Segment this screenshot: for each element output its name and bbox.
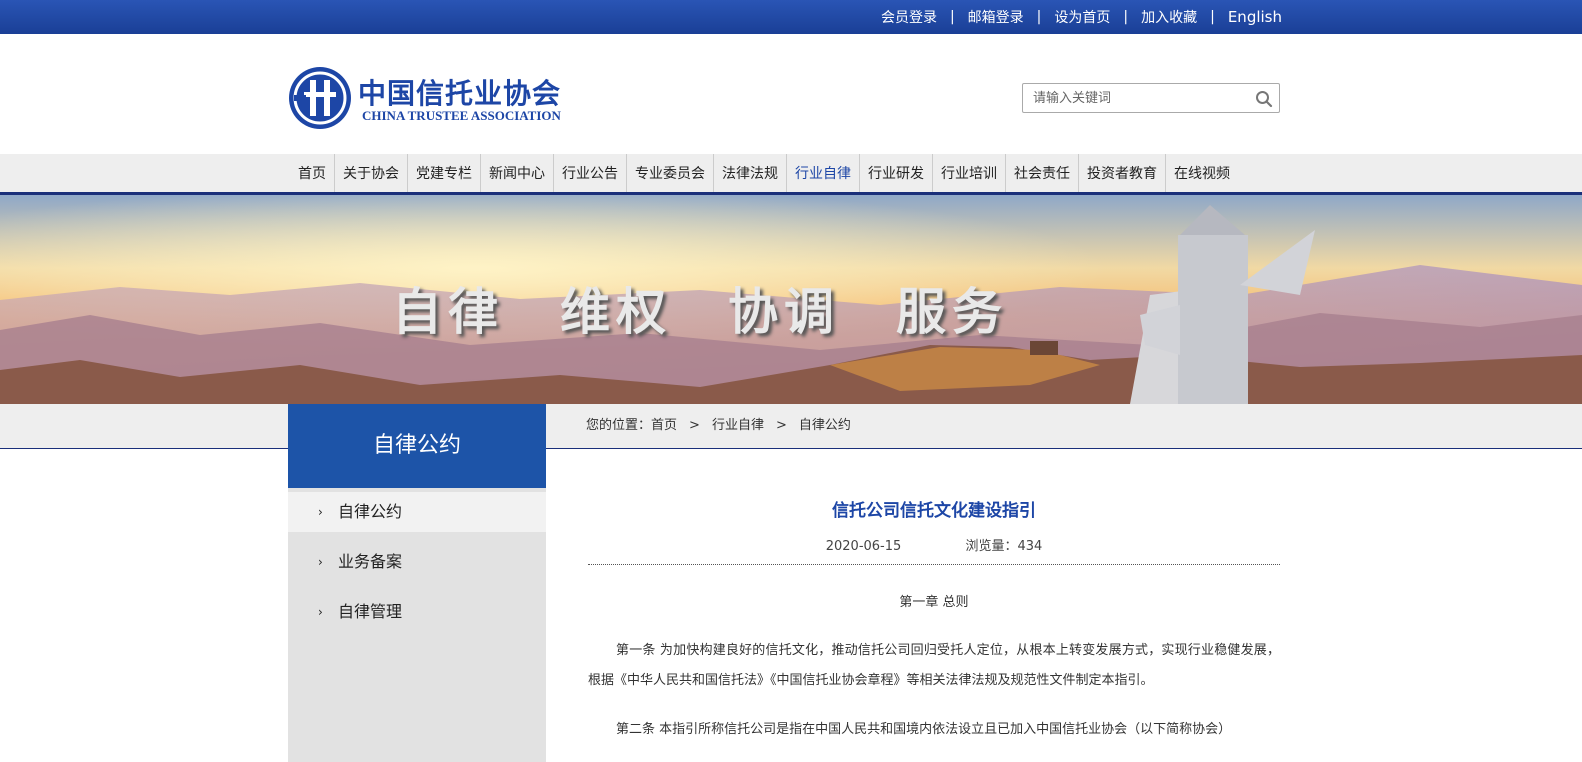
nav-social-responsibility[interactable]: 社会责任 (1005, 154, 1078, 192)
nav-self-discipline[interactable]: 行业自律 (786, 154, 859, 192)
site-logo[interactable]: 中国信托业协会 CHINA TRUSTEE ASSOCIATION (288, 66, 562, 130)
search-box (1022, 83, 1280, 113)
breadcrumb-current[interactable]: 自律公约 (799, 418, 851, 433)
chapter-heading: 第一章 总则 (899, 595, 969, 610)
title-divider (588, 564, 1280, 565)
nav-training[interactable]: 行业培训 (932, 154, 1005, 192)
sidebar-title: 自律公约 (288, 404, 546, 488)
nav-online-video[interactable]: 在线视频 (1165, 154, 1238, 192)
breadcrumb: 您的位置：首页 > 行业自律 > 自律公约 (586, 404, 851, 448)
sidebar-item-label: 自律公约 (338, 502, 403, 521)
nav-home[interactable]: 首页 (290, 154, 334, 192)
logo-english-name: CHINA TRUSTEE ASSOCIATION (362, 108, 561, 123)
article-title: 信托公司信托文化建设指引 (832, 501, 1036, 521)
article-paragraph: 第二条 本指引所称信托公司是指在中国人民共和国境内依法设立且已加入中国信托业协会… (616, 722, 1232, 737)
add-favorite-link[interactable]: 加入收藏 (1141, 7, 1197, 27)
article-views: 浏览量：434 (965, 539, 1043, 554)
nav-about[interactable]: 关于协会 (334, 154, 407, 192)
english-link[interactable]: English (1228, 8, 1282, 26)
chevron-right-icon: › (318, 605, 323, 619)
nav-investor-education[interactable]: 投资者教育 (1078, 154, 1165, 192)
breadcrumb-self-discipline[interactable]: 行业自律 (712, 418, 764, 433)
nav-research[interactable]: 行业研发 (859, 154, 932, 192)
member-login-link[interactable]: 会员登录 (881, 7, 937, 27)
nav-laws[interactable]: 法律法规 (713, 154, 786, 192)
nav-announcements[interactable]: 行业公告 (553, 154, 626, 192)
logo-emblem-icon (289, 67, 351, 129)
top-separator: | (1123, 9, 1129, 25)
set-homepage-link[interactable]: 设为首页 (1054, 7, 1110, 27)
breadcrumb-home[interactable]: 首页 (651, 418, 677, 433)
search-icon[interactable] (1255, 90, 1273, 108)
banner-slogan: 自律 维权 协调 服务 (392, 283, 1008, 341)
search-input[interactable] (1023, 84, 1253, 112)
sidebar-item-conventions[interactable]: › 自律公约 (288, 492, 546, 532)
sidebar-item-filing[interactable]: › 业务备案 (288, 542, 546, 582)
logo-chinese-name: 中国信托业协会 (358, 77, 562, 110)
chevron-right-icon: › (318, 555, 323, 569)
nav-committees[interactable]: 专业委员会 (626, 154, 713, 192)
sidebar-item-label: 自律管理 (338, 602, 403, 621)
breadcrumb-separator: > (689, 418, 700, 433)
breadcrumb-separator: > (775, 418, 787, 433)
sidebar-item-management[interactable]: › 自律管理 (288, 592, 546, 632)
top-separator: | (949, 9, 955, 25)
breadcrumb-prefix: 您的位置： (586, 418, 652, 433)
top-links: 会员登录 | 邮箱登录 | 设为首页 | 加入收藏 | English (881, 0, 1282, 34)
nav-news[interactable]: 新闻中心 (480, 154, 553, 192)
main-nav: 首页 关于协会 党建专栏 新闻中心 行业公告 专业委员会 法律法规 行业自律 行… (290, 154, 1238, 192)
article-paragraph: 第一条 为加快构建良好的信托文化，推动信托公司回归受托人定位，从根本上转变发展方… (588, 643, 1280, 688)
top-separator: | (1210, 9, 1215, 25)
nav-party[interactable]: 党建专栏 (407, 154, 480, 192)
article-meta: 2020-06-15 浏览量：434 (588, 535, 1280, 554)
sidebar-item-label: 业务备案 (338, 552, 403, 571)
mail-login-link[interactable]: 邮箱登录 (968, 7, 1024, 27)
chevron-right-icon: › (318, 505, 323, 519)
article-date: 2020-06-15 (825, 539, 902, 554)
top-separator: | (1036, 9, 1042, 25)
top-bar: 会员登录 | 邮箱登录 | 设为首页 | 加入收藏 | English (0, 0, 1582, 34)
main-nav-bar: 首页 关于协会 党建专栏 新闻中心 行业公告 专业委员会 法律法规 行业自律 行… (0, 154, 1582, 195)
